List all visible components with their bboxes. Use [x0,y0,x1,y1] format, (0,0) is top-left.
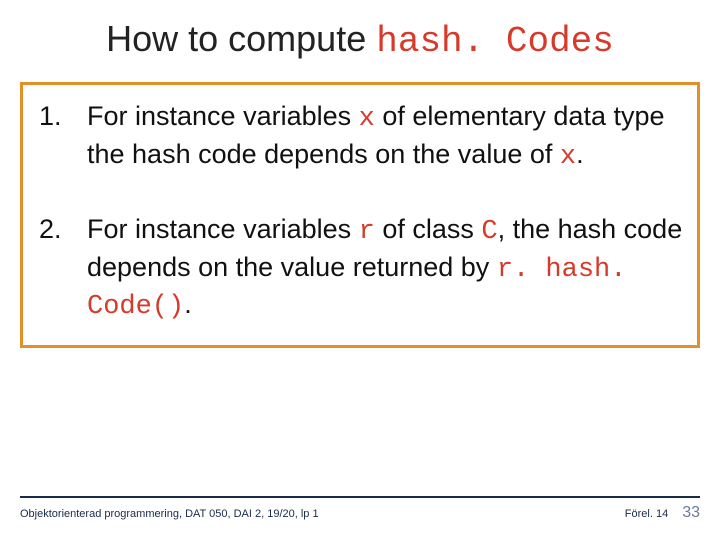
text: . [184,289,192,319]
footer-page-number: 33 [682,504,700,522]
footer-row: Objektorienterad programmering, DAT 050,… [20,504,700,522]
text: For instance variables [87,214,359,244]
code-inline: x [359,104,375,134]
text: of class [375,214,482,244]
points-list: For instance variables x of elementary d… [35,99,685,325]
code-inline: C [481,217,497,247]
footer-right: Förel. 14 33 [625,504,700,522]
content-box: For instance variables x of elementary d… [20,82,700,348]
code-inline: r [359,217,375,247]
title-prefix: How to compute [106,18,376,59]
text: . [576,139,584,169]
list-item: For instance variables x of elementary d… [35,99,685,174]
slide: How to compute hash. Codes For instance … [0,0,720,540]
title-code: hash. Codes [376,21,614,62]
code-inline: x [560,142,576,172]
footer-lecture: Förel. 14 [625,508,668,520]
footer: Objektorienterad programmering, DAT 050,… [20,496,700,522]
text: For instance variables [87,101,359,131]
footer-divider [20,496,700,498]
list-item: For instance variables r of class C, the… [35,212,685,325]
slide-title: How to compute hash. Codes [0,0,720,76]
footer-course: Objektorienterad programmering, DAT 050,… [20,508,319,520]
